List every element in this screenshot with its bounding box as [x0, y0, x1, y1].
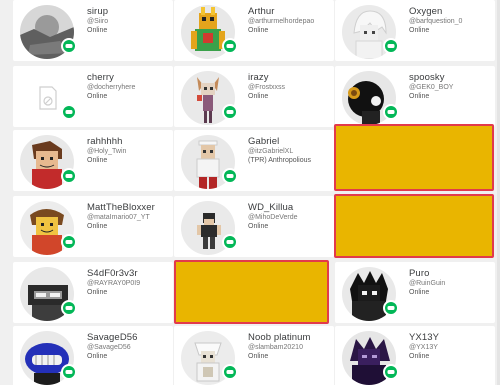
game-controller-icon [61, 300, 77, 316]
friend-name[interactable]: sirup [87, 6, 108, 17]
game-controller-icon [222, 38, 238, 54]
friend-handle: @itzGabrielXL [248, 148, 294, 155]
game-controller-icon [383, 38, 399, 54]
friend-handle: @mataImario07_YT [87, 214, 150, 221]
friend-status: Online [409, 353, 430, 360]
friend-status: Online [409, 93, 430, 100]
friend-name[interactable]: Arthur [248, 6, 274, 17]
friend-status: Online [248, 353, 269, 360]
friend-handle: @MihoDeVerde [248, 214, 298, 221]
friend-handle: @SavageD56 [87, 344, 131, 351]
friends-grid: sirup @Siiro Online Arthur @arthurmelhor… [0, 0, 500, 385]
friend-name[interactable]: rahhhhh [87, 136, 123, 147]
friend-card-matttheblox[interactable]: MattTheBloxxer @mataImario07_YT Online [13, 196, 173, 257]
friend-card-wd-killua[interactable]: WD_Killua @MihoDeVerde Online [174, 196, 334, 257]
friend-handle: @GEK0_BOY [409, 84, 454, 91]
game-controller-icon [61, 364, 77, 380]
game-controller-icon [61, 168, 77, 184]
friend-name[interactable]: WD_Killua [248, 202, 293, 213]
friend-name[interactable]: YX13Y [409, 332, 439, 343]
friend-status: Online [87, 289, 108, 296]
friend-handle: @RAYRAY0P0I9 [87, 280, 141, 287]
friend-handle: @Frostxxss [248, 84, 286, 91]
friend-card-arthur[interactable]: Arthur @arthurmelhordepao Online [174, 0, 334, 61]
friend-card-sirup[interactable]: sirup @Siiro Online [13, 0, 173, 61]
friend-card-puro[interactable]: Puro @RuinGuin Online [335, 262, 495, 323]
friend-status: Online [87, 223, 108, 230]
game-controller-icon [61, 234, 77, 250]
friend-status: Online [248, 223, 269, 230]
game-controller-icon [383, 104, 399, 120]
friend-status: Online [248, 27, 269, 34]
friend-handle: @RuinGuin [409, 280, 446, 287]
friend-card-rahhhhh[interactable]: rahhhhh @Holy_Twin Online [13, 130, 173, 191]
friend-name[interactable]: S4dF0r3v3r [87, 268, 138, 279]
friend-name[interactable]: SavageD56 [87, 332, 138, 343]
friend-name[interactable]: spoosky [409, 72, 445, 83]
friend-name[interactable]: cherry [87, 72, 114, 83]
game-controller-icon [61, 38, 77, 54]
friend-name[interactable]: Oxygen [409, 6, 442, 17]
friend-handle: @slambam20210 [248, 344, 303, 351]
friend-card-oxygen[interactable]: Oxygen @barfquestion_0 Online [335, 0, 495, 61]
friend-status: Online [409, 27, 430, 34]
game-controller-icon [61, 104, 77, 120]
game-controller-icon [222, 168, 238, 184]
friend-name[interactable]: irazy [248, 72, 269, 83]
friend-card-cherry[interactable]: cherry @docherryhere Online [13, 66, 173, 127]
friend-card-spoosky[interactable]: spoosky @GEK0_BOY Online [335, 66, 495, 127]
friend-status: (TPR) Anthropolious [248, 157, 312, 164]
friend-card-irazy[interactable]: irazy @Frostxxss Online [174, 66, 334, 127]
game-controller-icon [222, 364, 238, 380]
friend-status: Online [87, 157, 108, 164]
friend-status: Online [87, 93, 108, 100]
friend-status: Online [87, 27, 108, 34]
game-controller-icon [222, 234, 238, 250]
friend-handle: @YX13Y [409, 344, 438, 351]
friend-handle: @barfquestion_0 [409, 18, 463, 25]
friend-name[interactable]: MattTheBloxxer [87, 202, 155, 213]
friend-name[interactable]: Gabriel [248, 136, 279, 147]
game-controller-icon [383, 300, 399, 316]
friend-card-noob-platinum[interactable]: Noob platinum @slambam20210 Online [174, 326, 334, 385]
friend-status: Online [409, 289, 430, 296]
friend-status: Online [248, 93, 269, 100]
friend-status: Online [87, 353, 108, 360]
friend-card-yx13y[interactable]: YX13Y @YX13Y Online [335, 326, 495, 385]
friend-handle: @arthurmelhordepao [248, 18, 315, 25]
redacted-block [334, 124, 494, 191]
game-controller-icon [222, 104, 238, 120]
friend-card-savaged56[interactable]: SavageD56 @SavageD56 Online [13, 326, 173, 385]
friend-name[interactable]: Noob platinum [248, 332, 311, 343]
game-controller-icon [383, 364, 399, 380]
friend-name[interactable]: Puro [409, 268, 429, 279]
friend-card-gabriel[interactable]: Gabriel @itzGabrielXL (TPR) Anthropoliou… [174, 130, 334, 191]
redacted-block [174, 260, 329, 324]
friend-card-s4df0r3v3r[interactable]: S4dF0r3v3r @RAYRAY0P0I9 Online [13, 262, 173, 323]
friend-handle: @Holy_Twin [87, 148, 127, 155]
redacted-block [334, 194, 494, 258]
friend-handle: @docherryhere [87, 84, 136, 91]
friend-handle: @Siiro [87, 18, 109, 25]
